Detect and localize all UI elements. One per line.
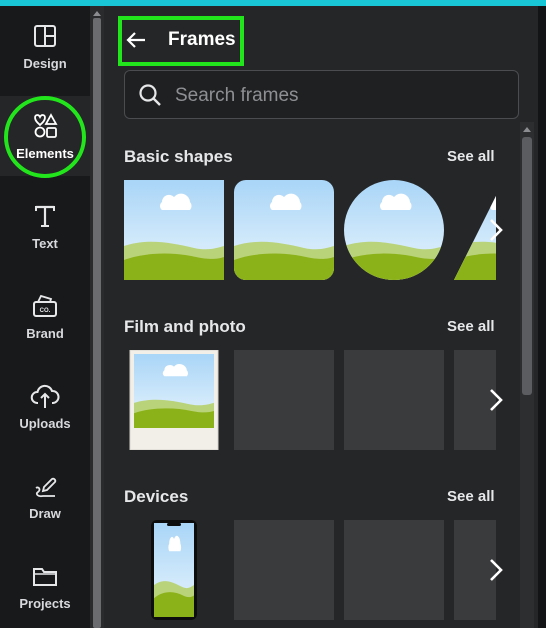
brand-logo-text: CO. [40,308,51,314]
sidebar-item-brand[interactable]: CO. Brand [0,276,90,356]
phone-frame[interactable] [124,520,224,620]
sidebar-item-label: Uploads [19,416,71,431]
scroll-up-arrow-icon[interactable] [93,11,101,16]
sidebar-item-label: Projects [19,596,71,611]
scroll-up-arrow-icon[interactable] [523,127,531,132]
uploads-icon [30,384,60,408]
arrow-left-icon[interactable] [124,28,148,52]
sidebar-item-label: Brand [26,326,64,341]
film-row [124,350,496,450]
placeholder-frame[interactable] [234,350,334,450]
sidebar-scroll-thumb[interactable] [93,18,101,628]
elements-icon [34,113,58,138]
search-input[interactable] [173,79,507,113]
panel-scrollbar[interactable] [520,122,534,628]
sidebar-item-elements[interactable]: Elements [0,96,90,176]
devices-row [124,520,496,620]
circle-frame[interactable] [344,180,444,280]
sidebar-item-uploads[interactable]: Uploads [0,366,90,446]
sidebar: Design Elements Text CO. Brand Uploads D… [0,6,90,628]
search-box[interactable] [124,70,519,119]
section-title: Devices [124,487,189,506]
sidebar-item-label: Text [32,236,58,251]
sidebar-item-label: Draw [29,506,61,521]
design-icon [34,25,56,47]
panel-scroll-thumb[interactable] [522,137,532,395]
projects-icon [33,568,57,586]
see-all-button[interactable]: See all [447,148,495,165]
page-title: Frames [168,29,236,50]
rounded-square-frame[interactable] [234,180,334,280]
sidebar-item-label: Elements [16,146,74,161]
text-icon [35,205,55,227]
chevron-right-icon[interactable] [476,210,516,250]
shapes-row [124,180,496,280]
sidebar-item-design[interactable]: Design [0,6,90,86]
placeholder-frame[interactable] [234,520,334,620]
see-all-button[interactable]: See all [447,318,495,335]
sidebar-item-text[interactable]: Text [0,186,90,266]
see-all-button[interactable]: See all [447,488,495,505]
square-frame[interactable] [124,180,224,280]
placeholder-frame[interactable] [344,350,444,450]
frames-panel: Frames Basic shapes See all Film and pho… [104,6,538,628]
section-title: Film and photo [124,317,246,336]
draw-icon [35,477,57,498]
sidebar-item-draw[interactable]: Draw [0,456,90,536]
polaroid-frame[interactable] [124,350,224,450]
chevron-right-icon[interactable] [476,380,516,420]
canvas-edge [538,6,546,628]
search-icon [139,84,161,106]
sidebar-scrollbar[interactable] [90,6,104,628]
sidebar-item-label: Design [23,56,67,71]
chevron-right-icon[interactable] [476,550,516,590]
section-title: Basic shapes [124,147,233,166]
brand-icon: CO. [33,294,57,317]
placeholder-frame[interactable] [344,520,444,620]
sidebar-item-projects[interactable]: Projects [0,546,90,626]
